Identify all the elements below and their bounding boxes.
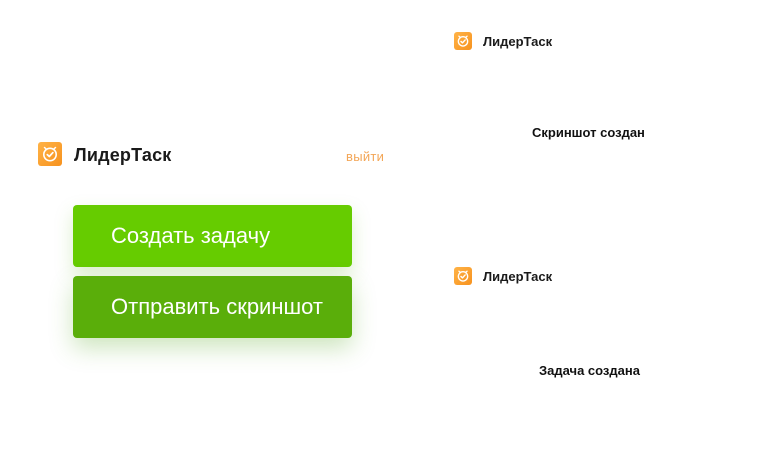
stage: ЛидерТаск выйти Создать задачу Отправить… — [0, 0, 780, 470]
clock-check-icon — [457, 270, 469, 282]
notification-message: Скриншот создан — [532, 125, 645, 140]
notification-logo-icon — [454, 267, 472, 285]
leadertask-panel: ЛидерТаск выйти Создать задачу Отправить… — [30, 128, 400, 358]
notification-logo-icon — [454, 32, 472, 50]
app-brand-name: ЛидерТаск — [74, 145, 172, 165]
logout-link[interactable]: выйти — [346, 149, 384, 164]
notification-title: ЛидерТаск — [483, 34, 553, 49]
notification-title: ЛидерТаск — [483, 269, 553, 284]
create-task-button[interactable]: Создать задачу — [73, 205, 352, 267]
app-logo-icon — [38, 142, 62, 166]
notification-message: Задача создана — [539, 363, 640, 378]
clock-check-icon — [457, 35, 469, 47]
send-screenshot-button[interactable]: Отправить скриншот — [73, 276, 352, 338]
notification-task-created: ЛидерТаск Задача создана — [454, 267, 714, 378]
clock-check-icon — [43, 146, 57, 162]
notification-screenshot-created: ЛидерТаск Скриншот создан — [454, 32, 714, 140]
